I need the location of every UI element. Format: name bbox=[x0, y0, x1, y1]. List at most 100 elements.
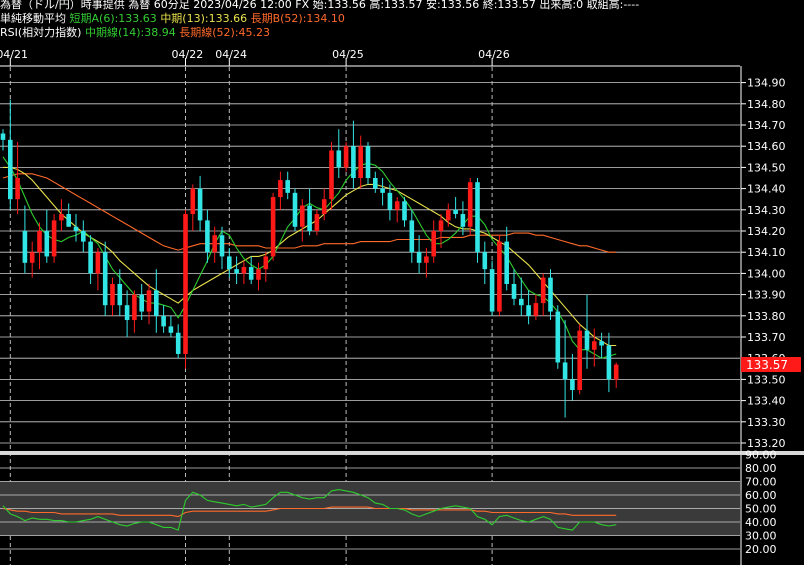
candle-body-78 bbox=[570, 379, 575, 390]
candle-25 bbox=[183, 209, 188, 369]
candle-81 bbox=[592, 328, 597, 367]
candle-77 bbox=[562, 320, 568, 418]
rsi-tick-label-1: 80.00 bbox=[745, 462, 777, 475]
candle-body-5 bbox=[37, 231, 42, 253]
candle-body-64 bbox=[467, 182, 473, 227]
price-grid bbox=[0, 82, 740, 444]
rsi-tick-label-6: 30.00 bbox=[745, 530, 777, 543]
date-axis: 04/21 04/22 04/24 04/25 04/26 bbox=[0, 44, 740, 67]
candle-5 bbox=[37, 222, 42, 270]
price-tick-label-15: 133.40 bbox=[747, 395, 786, 408]
candle-54 bbox=[394, 197, 400, 223]
candle-33 bbox=[241, 260, 247, 284]
candle-52 bbox=[380, 178, 385, 206]
candle-body-20 bbox=[146, 290, 152, 312]
candle-body-56 bbox=[409, 220, 415, 253]
candle-body-39 bbox=[285, 180, 290, 193]
candle-body-0 bbox=[0, 133, 6, 140]
candle-body-84 bbox=[613, 364, 619, 380]
candle-body-76 bbox=[555, 311, 561, 363]
rsi-panel: 90.0080.0070.0060.0050.0040.0030.0020.00 bbox=[0, 449, 777, 565]
candle-body-40 bbox=[292, 192, 298, 227]
price-tick-label-5: 134.40 bbox=[747, 183, 786, 196]
candle-body-28 bbox=[205, 220, 210, 253]
last-price-badge: 133.57 bbox=[741, 357, 801, 372]
candle-21 bbox=[154, 269, 159, 333]
candle-body-54 bbox=[394, 201, 400, 210]
candle-body-37 bbox=[270, 197, 276, 257]
candle-body-50 bbox=[365, 146, 371, 178]
candle-body-9 bbox=[66, 214, 71, 227]
candle-50 bbox=[365, 141, 371, 185]
candle-22 bbox=[161, 305, 166, 333]
candle-43 bbox=[314, 209, 320, 236]
candle-body-8 bbox=[59, 214, 64, 221]
date-label-0: 04/21 bbox=[0, 48, 28, 61]
candle-body-12 bbox=[88, 241, 93, 274]
candle-13 bbox=[95, 247, 101, 291]
candle-18 bbox=[132, 290, 137, 333]
candle-body-72 bbox=[526, 305, 531, 316]
candle-body-80 bbox=[584, 330, 590, 350]
price-tick-label-2: 134.70 bbox=[747, 119, 786, 132]
candle-24 bbox=[175, 324, 181, 359]
candle-body-82 bbox=[599, 341, 604, 346]
candle-7 bbox=[51, 214, 57, 263]
ma-short-line bbox=[2, 156, 617, 359]
candle-body-66 bbox=[482, 252, 488, 270]
candle-body-69 bbox=[504, 241, 509, 284]
candle-10 bbox=[73, 214, 79, 242]
candle-65 bbox=[475, 178, 480, 263]
date-bar-bg bbox=[0, 44, 740, 66]
date-label-2: 04/24 bbox=[215, 48, 247, 61]
candle-body-60 bbox=[438, 220, 444, 231]
candle-78 bbox=[570, 353, 575, 401]
candle-body-15 bbox=[110, 284, 115, 306]
candle-14 bbox=[102, 241, 108, 316]
candle-64 bbox=[467, 178, 473, 236]
candle-72 bbox=[526, 290, 531, 325]
candle-17 bbox=[124, 290, 130, 337]
date-label-4: 04/26 bbox=[478, 48, 510, 61]
candle-29 bbox=[212, 226, 217, 263]
candle-body-83 bbox=[606, 345, 612, 380]
candle-9 bbox=[66, 203, 71, 227]
candle-42 bbox=[307, 188, 312, 236]
rsi-tick-label-2: 70.00 bbox=[745, 476, 777, 489]
candle-body-48 bbox=[351, 146, 356, 178]
candle-body-74 bbox=[540, 277, 546, 304]
rsi-tick-label-0: 90.00 bbox=[745, 449, 777, 462]
price-tick-label-16: 133.30 bbox=[747, 416, 786, 429]
candle-body-30 bbox=[219, 235, 225, 257]
candle-71 bbox=[519, 277, 524, 316]
candle-body-46 bbox=[336, 150, 342, 168]
candle-34 bbox=[248, 256, 254, 284]
price-tick-label-10: 133.90 bbox=[747, 289, 786, 302]
candle-body-34 bbox=[248, 267, 254, 280]
candle-body-32 bbox=[234, 269, 239, 274]
candle-body-42 bbox=[307, 205, 312, 231]
last-price-text: 133.57 bbox=[746, 358, 788, 372]
candle-body-22 bbox=[161, 315, 166, 327]
candle-55 bbox=[402, 197, 407, 227]
price-tick-label-9: 134.00 bbox=[747, 267, 786, 280]
candle-body-53 bbox=[387, 192, 393, 210]
candle-11 bbox=[81, 220, 86, 253]
candle-body-1 bbox=[8, 139, 13, 200]
candlestick-chart[interactable]: 04/2104/2204/2404/2504/26 134.90134.8013… bbox=[0, 0, 804, 565]
price-tick-label-12: 133.70 bbox=[747, 331, 786, 344]
candle-46 bbox=[336, 129, 342, 178]
candle-15 bbox=[110, 277, 115, 316]
candle-body-36 bbox=[263, 256, 269, 270]
price-tick-label-7: 134.20 bbox=[747, 225, 786, 238]
candle-body-3 bbox=[22, 231, 28, 263]
price-tick-label-0: 134.90 bbox=[747, 77, 786, 90]
candle-47 bbox=[343, 141, 349, 172]
date-label-1: 04/22 bbox=[172, 48, 204, 61]
candle-body-51 bbox=[373, 178, 378, 189]
candle-51 bbox=[373, 171, 378, 193]
candle-body-65 bbox=[475, 182, 480, 253]
candle-19 bbox=[139, 284, 144, 321]
candle-body-61 bbox=[446, 209, 451, 221]
candle-body-17 bbox=[124, 305, 130, 321]
